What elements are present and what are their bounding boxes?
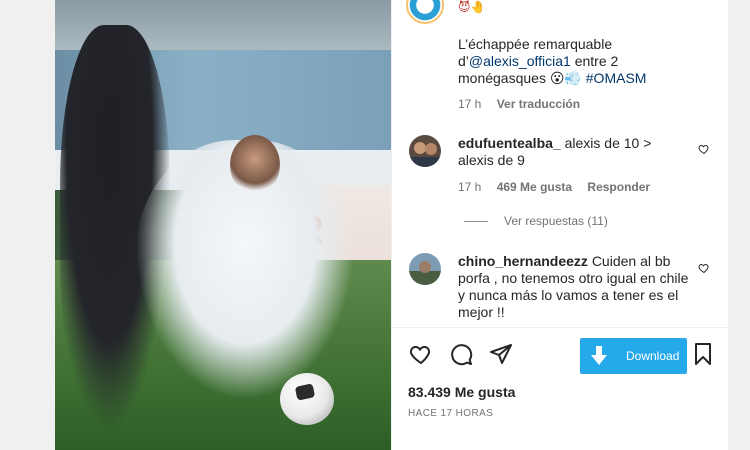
view-replies-label: Ver respuestas (11) bbox=[504, 214, 608, 228]
post-caption: L’échappée remarquable d’@alexis_officia… bbox=[458, 36, 688, 87]
caption-after-mention: entre 2 bbox=[570, 53, 619, 69]
comment-avatar[interactable] bbox=[409, 253, 441, 285]
replies-line bbox=[464, 221, 488, 223]
comment-text: edufuentealba_ alexis de 10 > alexis de … bbox=[458, 135, 690, 169]
download-label: Download bbox=[626, 349, 680, 363]
caption-mention-link[interactable]: @alexis_officia1 bbox=[469, 53, 571, 69]
player-head bbox=[230, 135, 280, 195]
caption-line-1: L’échappée remarquable bbox=[458, 36, 613, 52]
caption-text: monégasques 😮💨 bbox=[458, 70, 586, 86]
comment-meta: 17 h 469 Me gusta Responder bbox=[458, 180, 650, 194]
post-date: HACE 17 HORAS bbox=[408, 408, 494, 419]
comment-username[interactable]: edufuentealba_ bbox=[458, 135, 561, 151]
post-side-panel: 😈🤚 L’échappée remarquable d’@alexis_offi… bbox=[391, 0, 728, 450]
view-replies-button[interactable]: Ver respuestas (11) bbox=[464, 214, 608, 228]
bookmark-icon[interactable] bbox=[691, 342, 715, 366]
post-image[interactable]: POR bbox=[55, 0, 391, 450]
heart-icon[interactable] bbox=[698, 143, 710, 155]
football bbox=[280, 373, 334, 425]
send-icon[interactable] bbox=[489, 342, 513, 366]
heart-icon[interactable] bbox=[698, 262, 710, 274]
caption-prefix: d’ bbox=[458, 53, 469, 69]
download-arrow-icon bbox=[591, 346, 607, 365]
comment-time: 17 h bbox=[458, 180, 482, 194]
post-author-avatar[interactable] bbox=[406, 0, 444, 24]
reply-button[interactable]: Responder bbox=[587, 180, 650, 194]
comment-icon[interactable] bbox=[449, 342, 473, 366]
likes-count[interactable]: 83.439 Me gusta bbox=[408, 384, 515, 400]
instagram-post-view: POR 😈🤚 L’échappée remarquable d’@alexis_… bbox=[0, 0, 750, 450]
caption-line-2: d’@alexis_officia1 entre 2 bbox=[458, 53, 688, 70]
see-translation-link[interactable]: Ver traducción bbox=[497, 97, 580, 111]
caption-meta: 17 h Ver traducción bbox=[458, 97, 580, 111]
comment-text: chino_hernandeezz Cuiden al bb porfa , n… bbox=[458, 253, 690, 321]
actions-divider bbox=[392, 327, 728, 328]
comment-username[interactable]: chino_hernandeezz bbox=[458, 253, 588, 269]
download-button[interactable]: Download bbox=[580, 338, 687, 374]
caption-emojis: 😈🤚 bbox=[458, 0, 486, 14]
caption-line-3: monégasques 😮💨 #OMASM bbox=[458, 70, 688, 87]
caption-time: 17 h bbox=[458, 97, 482, 111]
comment-avatar[interactable] bbox=[409, 135, 441, 167]
caption-hashtag-link[interactable]: #OMASM bbox=[586, 70, 647, 86]
comment-likes[interactable]: 469 Me gusta bbox=[497, 180, 572, 194]
heart-icon[interactable] bbox=[409, 342, 433, 366]
